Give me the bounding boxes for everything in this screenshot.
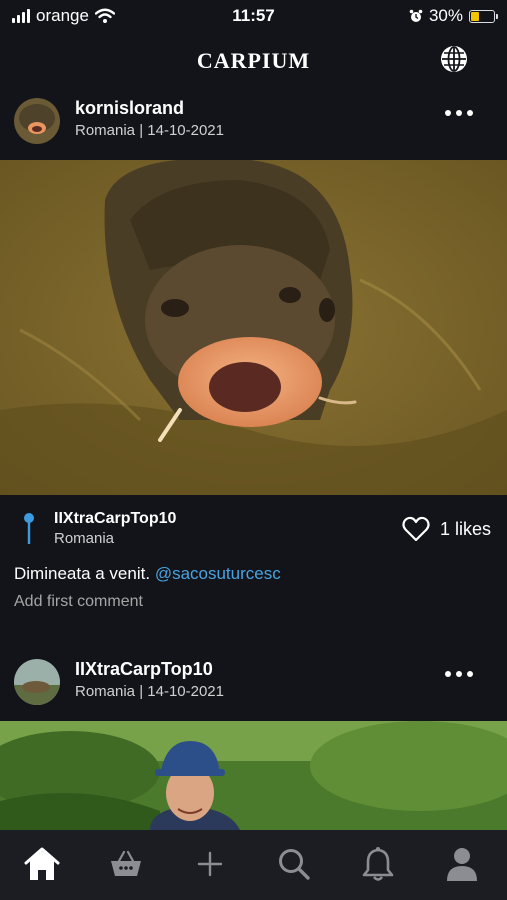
location-country: Romania xyxy=(54,530,115,547)
home-icon xyxy=(24,847,60,880)
status-bar: orange 11:57 30% xyxy=(0,0,507,30)
caption-text: Dimineata a venit. xyxy=(14,564,151,583)
tab-shop[interactable] xyxy=(106,844,146,884)
dot-icon xyxy=(445,671,451,677)
tab-profile[interactable] xyxy=(442,844,482,884)
tab-home[interactable] xyxy=(22,844,62,884)
username[interactable]: IIXtraCarpTop10 xyxy=(75,659,213,680)
avatar[interactable] xyxy=(14,98,60,144)
bell-icon xyxy=(362,847,394,881)
post-header: IIXtraCarpTop10 Romania | 14-10-2021 xyxy=(0,653,507,713)
more-options-button[interactable] xyxy=(445,671,473,677)
tab-add[interactable] xyxy=(190,844,230,884)
plus-icon xyxy=(197,851,223,877)
caption-mention[interactable]: @sacosuturcesc xyxy=(155,564,281,583)
dot-icon xyxy=(467,110,473,116)
username[interactable]: kornislorand xyxy=(75,98,184,119)
app-title: CARPIUM xyxy=(196,48,311,73)
like-count: 1 likes xyxy=(439,518,491,539)
search-icon xyxy=(279,849,310,880)
profile-icon xyxy=(447,848,477,881)
app-header: CARPIUM xyxy=(0,38,507,84)
add-comment-link[interactable]: Add first comment xyxy=(14,593,143,611)
tab-notifications[interactable] xyxy=(358,844,398,884)
heart-icon xyxy=(402,516,430,542)
pin-icon xyxy=(24,513,34,544)
tab-search[interactable] xyxy=(274,844,314,884)
dot-icon xyxy=(467,671,473,677)
post-header: kornislorand Romania | 14-10-2021 xyxy=(0,92,507,152)
more-options-button[interactable] xyxy=(445,110,473,116)
post-caption: Dimineata a venit. @sacosuturcesc xyxy=(14,564,281,584)
post-image[interactable] xyxy=(0,721,507,830)
like-button[interactable]: 1 likes xyxy=(402,516,491,542)
globe-button[interactable] xyxy=(439,44,469,74)
dot-icon xyxy=(445,110,451,116)
dot-icon xyxy=(456,671,462,677)
globe-icon xyxy=(441,46,467,72)
post-meta: Romania | 14-10-2021 xyxy=(75,683,224,700)
post-meta: Romania | 14-10-2021 xyxy=(75,122,224,139)
battery-percent: 30% xyxy=(428,6,463,25)
battery-icon xyxy=(469,9,498,23)
dot-icon xyxy=(456,110,462,116)
basket-icon xyxy=(111,850,141,876)
location-row: IIXtraCarpTop10 Romania 1 likes xyxy=(0,508,507,552)
post-image[interactable] xyxy=(0,160,507,495)
status-right: 30% xyxy=(409,6,498,26)
avatar[interactable] xyxy=(14,659,60,705)
tab-bar xyxy=(0,830,507,900)
alarm-icon xyxy=(409,9,423,22)
location-name[interactable]: IIXtraCarpTop10 xyxy=(54,510,176,528)
